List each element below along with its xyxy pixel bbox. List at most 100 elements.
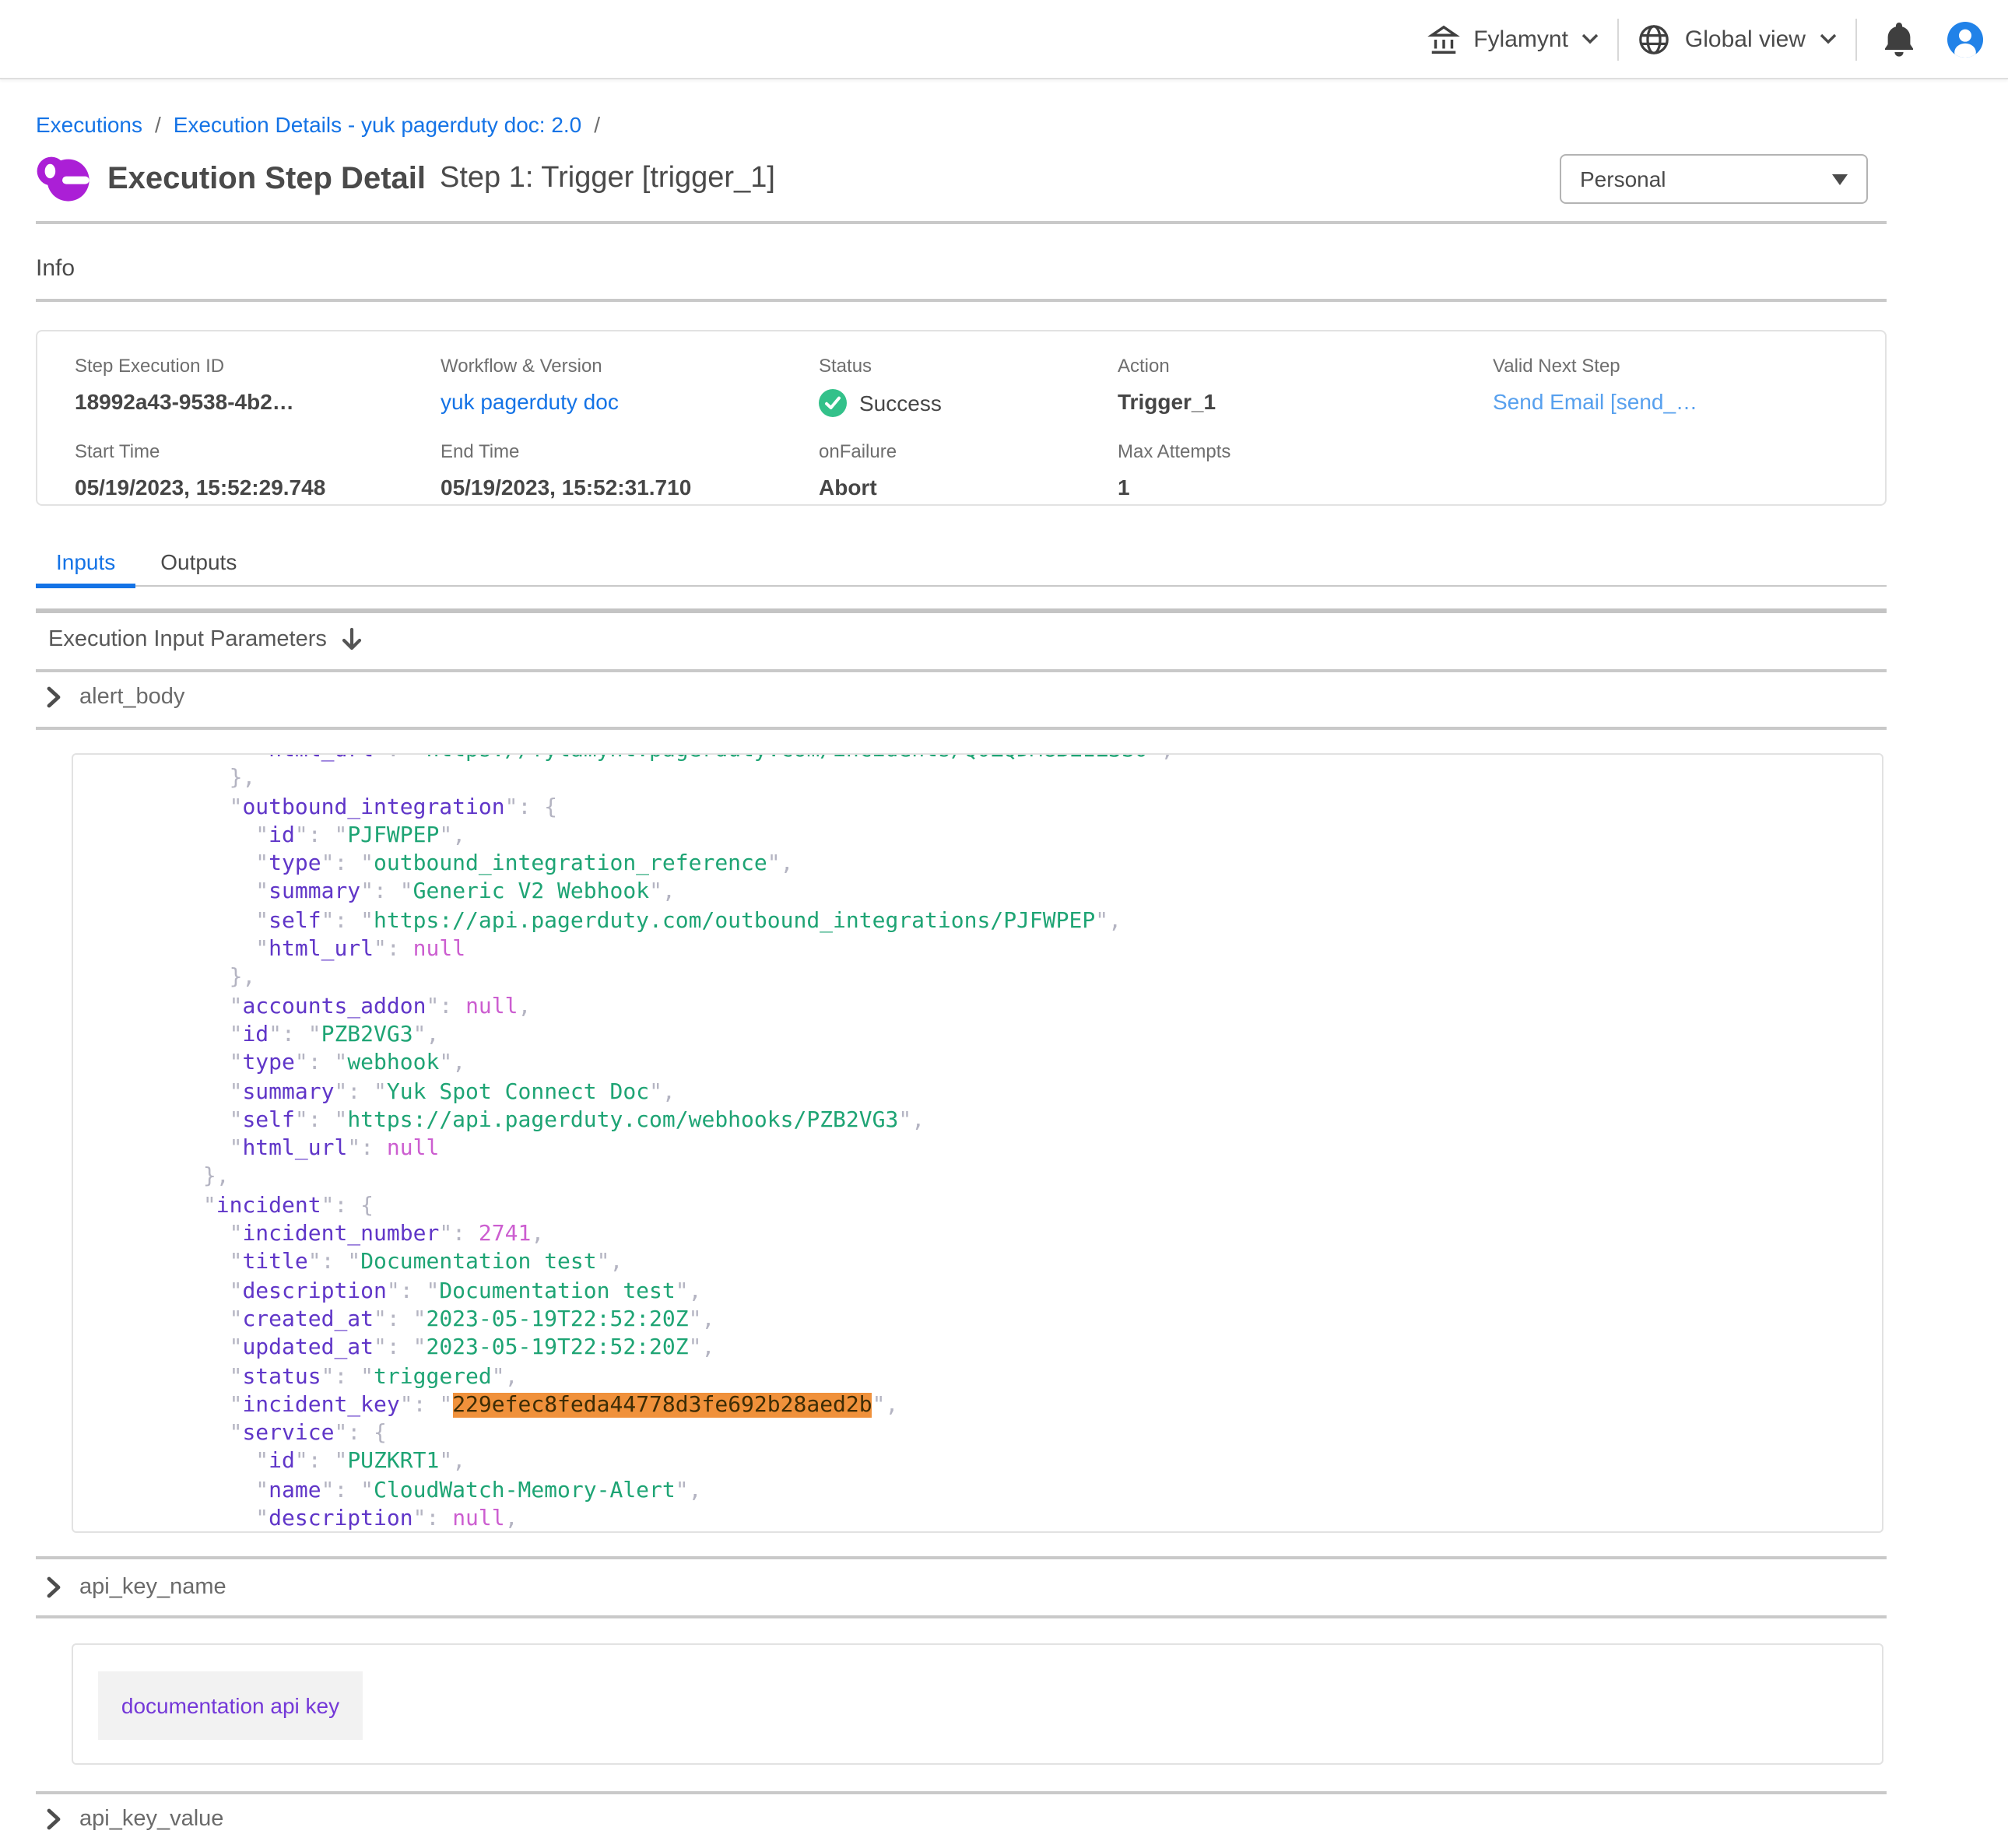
code-line: "self": "https://api.pagerduty.com/outbo…	[98, 907, 1882, 936]
code-line: "incident": {	[98, 1192, 1882, 1221]
code-line: "id": "PUZKRT1",	[98, 1448, 1882, 1477]
info-field-value: 1	[1118, 475, 1493, 500]
caret-down-icon	[1832, 174, 1848, 184]
workspace-menu[interactable]: Fylamynt	[1411, 23, 1615, 55]
topbar-divider	[1855, 18, 1857, 60]
divider	[36, 1615, 1887, 1618]
info-section-heading: Info	[36, 255, 75, 282]
info-field-label: Workflow & Version	[441, 355, 819, 377]
scope-select-value: Personal	[1580, 167, 1666, 191]
tab-outputs[interactable]: Outputs	[140, 543, 257, 585]
info-field: ActionTrigger_1	[1118, 355, 1493, 417]
view-scope-label: Global view	[1685, 26, 1806, 52]
code-line: "created_at": "2023-05-19T22:52:20Z",	[98, 1306, 1882, 1334]
code-line: "description": "Documentation test",	[98, 1277, 1882, 1306]
info-field-label: Start Time	[75, 440, 441, 462]
code-line: "summary": "Generic V2 Webhook",	[98, 878, 1882, 907]
chevron-right-icon	[47, 1808, 61, 1830]
info-field-label: onFailure	[819, 440, 1118, 462]
info-field	[1493, 440, 1885, 500]
api-key-name-chip[interactable]: documentation api key	[98, 1671, 363, 1740]
institution-icon	[1427, 23, 1459, 55]
code-line: "html_url": null	[98, 1134, 1882, 1163]
info-field: onFailure Abort	[819, 440, 1118, 500]
highlighted-incident-key: 229efec8feda44778d3fe692b28aed2b	[452, 1393, 872, 1418]
code-line: "incident_key": "229efec8feda44778d3fe69…	[98, 1391, 1882, 1420]
info-field: End Time 05/19/2023, 15:52:31.710	[441, 440, 819, 500]
execution-input-parameters-header: Execution Input Parameters	[48, 626, 363, 654]
code-line: "service": {	[98, 1419, 1882, 1448]
section-name: alert_body	[79, 685, 184, 710]
status-text: Success	[859, 391, 942, 416]
code-line: "accounts_addon": null,	[98, 992, 1882, 1021]
info-field-value: Success	[819, 389, 1118, 417]
info-field: Status Success	[819, 355, 1118, 417]
page-title: Execution Step Detail	[107, 161, 426, 197]
code-line: "html_url": "https://fylamynt.pagerduty.…	[98, 753, 1882, 765]
scope-select[interactable]: Personal	[1560, 154, 1868, 204]
chevron-right-icon	[47, 1576, 61, 1598]
divider	[36, 1791, 1887, 1794]
info-field: Step Execution ID18992a43-9538-4b2…	[75, 355, 441, 417]
top-bar: Fylamynt Global view	[0, 0, 2008, 79]
breadcrumb-separator: /	[155, 112, 161, 137]
code-line: },	[98, 1163, 1882, 1192]
breadcrumb-link[interactable]: Execution Details - yuk pagerduty doc: 2…	[174, 112, 582, 137]
api-key-name-card: documentation api key	[72, 1643, 1883, 1765]
section-row-api-key-name[interactable]: api_key_name	[36, 1573, 226, 1601]
user-avatar[interactable]	[1947, 21, 1983, 57]
section-row-api-key-value[interactable]: api_key_value	[36, 1805, 223, 1833]
main-content: Executions / Execution Details - yuk pager…	[0, 79, 2008, 1848]
json-code: "html_url": "https://fylamynt.pagerduty.…	[73, 753, 1882, 1533]
info-field-label: Max Attempts	[1118, 440, 1493, 462]
topbar-divider	[1618, 18, 1620, 60]
code-line: "description": null,	[98, 1505, 1882, 1533]
info-field-value[interactable]: yuk pagerduty doc	[441, 389, 819, 414]
divider	[36, 608, 1887, 612]
code-line: "summary": "Yuk Spot Connect Doc",	[98, 1078, 1882, 1106]
info-field: Start Time 05/19/2023, 15:52:29.748	[75, 440, 441, 500]
bell-icon	[1882, 20, 1916, 58]
code-line: "html_url": null	[98, 935, 1882, 964]
workflow-step-icon	[34, 156, 90, 202]
info-card: Step Execution ID18992a43-9538-4b2…Workf…	[36, 330, 1887, 506]
tab-inputs[interactable]: Inputs	[36, 543, 135, 585]
divider	[36, 1556, 1887, 1559]
code-line: },	[98, 964, 1882, 993]
divider	[36, 221, 1887, 224]
code-line: "status": "triggered",	[98, 1362, 1882, 1391]
breadcrumb-separator: /	[594, 112, 600, 137]
code-line: "self": "https://api.pagerduty.com/webho…	[98, 1106, 1882, 1135]
info-field-value[interactable]: Send Email [send_…	[1493, 389, 1885, 414]
notifications-button[interactable]	[1860, 20, 1938, 58]
execution-input-parameters-label: Execution Input Parameters	[48, 627, 327, 652]
info-field-value: Trigger_1	[1118, 389, 1493, 414]
code-line: "name": "CloudWatch-Memory-Alert",	[98, 1476, 1882, 1505]
code-line: "type": "webhook",	[98, 1050, 1882, 1078]
chevron-right-icon	[47, 686, 61, 708]
info-field-label: End Time	[441, 440, 819, 462]
code-line: "title": "Documentation test",	[98, 1249, 1882, 1278]
info-field-value: 18992a43-9538-4b2…	[75, 389, 441, 414]
section-name: api_key_value	[79, 1807, 223, 1832]
code-line: "outbound_integration": {	[98, 793, 1882, 822]
view-scope-menu[interactable]: Global view	[1623, 23, 1852, 55]
info-field-label: Status	[819, 355, 1118, 377]
breadcrumb-link[interactable]: Executions	[36, 112, 142, 137]
page-title-row: Execution Step Detail Step 1: Trigger [t…	[34, 149, 775, 209]
code-line: "updated_at": "2023-05-19T22:52:20Z",	[98, 1334, 1882, 1362]
info-field: Valid Next StepSend Email [send_…	[1493, 355, 1885, 417]
section-row-alert-body[interactable]: alert_body	[36, 683, 184, 711]
alert-body-code-viewer[interactable]: "html_url": "https://fylamynt.pagerduty.…	[72, 753, 1883, 1533]
tab-bar: InputsOutputs	[36, 543, 1887, 587]
info-field: Workflow & Version yuk pagerduty doc	[441, 355, 819, 417]
info-field-value: 05/19/2023, 15:52:29.748	[75, 475, 441, 500]
code-line: "id": "PZB2VG3",	[98, 1021, 1882, 1050]
execution-step-detail-page: Fylamynt Global view	[0, 0, 2008, 1848]
info-field-value: Abort	[819, 475, 1118, 500]
code-line: },	[98, 765, 1882, 794]
info-field-value: 05/19/2023, 15:52:31.710	[441, 475, 819, 500]
code-line: "id": "PJFWPEP",	[98, 822, 1882, 850]
arrow-down-icon[interactable]	[341, 627, 363, 652]
globe-icon	[1638, 23, 1671, 55]
